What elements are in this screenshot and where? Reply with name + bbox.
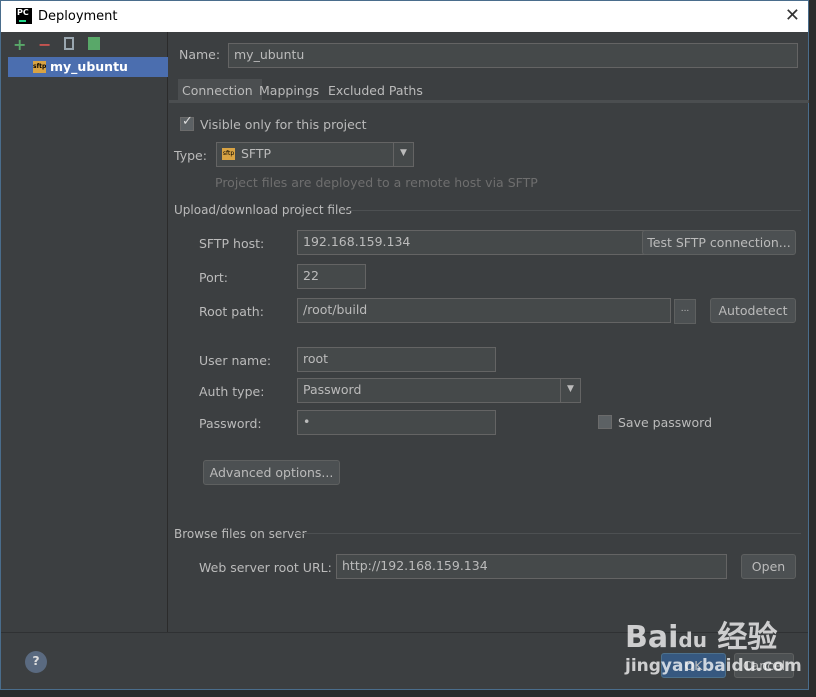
tab-connection[interactable]: Connection (178, 79, 262, 103)
user-name-label: User name: (199, 353, 272, 368)
user-name-input[interactable]: root (297, 347, 496, 372)
server-label: my_ubuntu (50, 59, 128, 74)
remove-icon[interactable]: − (38, 35, 51, 54)
sftp-icon: sftp (222, 148, 235, 160)
title-bar: PC Deployment ✕ (1, 1, 808, 32)
root-path-input[interactable]: /root/build (297, 298, 671, 323)
auth-type-label: Auth type: (199, 384, 265, 399)
password-input[interactable]: • (297, 410, 496, 435)
type-select[interactable]: sftp SFTP ▼ (216, 142, 414, 167)
autodetect-button[interactable]: Autodetect (710, 298, 796, 323)
visible-only-label: Visible only for this project (200, 117, 367, 132)
web-url-label: Web server root URL: (199, 560, 332, 575)
copy-icon[interactable] (64, 37, 74, 50)
upload-section-title: Upload/download project files (174, 203, 352, 217)
default-icon[interactable] (88, 37, 100, 50)
deployment-dialog: PC Deployment ✕ + − sftp my_ubuntu Name:… (0, 0, 809, 690)
tab-bar: Connection Mappings Excluded Paths (169, 79, 809, 103)
sftp-icon: sftp (33, 61, 46, 73)
window-title: Deployment (38, 9, 118, 24)
root-path-label: Root path: (199, 304, 264, 319)
name-label: Name: (179, 47, 221, 62)
pycharm-logo-icon: PC (16, 8, 32, 24)
add-icon[interactable]: + (13, 35, 26, 54)
sftp-host-label: SFTP host: (199, 236, 265, 251)
close-button[interactable]: ✕ (785, 5, 800, 26)
test-connection-button[interactable]: Test SFTP connection... (642, 230, 796, 255)
browse-button[interactable]: ... (674, 299, 696, 324)
tab-excluded-paths[interactable]: Excluded Paths (324, 79, 427, 103)
divider (341, 210, 801, 211)
auth-type-value: Password (303, 382, 362, 397)
help-icon[interactable]: ? (25, 651, 47, 673)
advanced-options-button[interactable]: Advanced options... (203, 460, 340, 485)
password-label: Password: (199, 416, 262, 431)
save-password-label: Save password (618, 415, 713, 430)
port-input[interactable]: 22 (297, 264, 366, 289)
type-label: Type: (174, 148, 207, 163)
chevron-down-icon: ▼ (393, 143, 413, 166)
baidu-watermark: Baidu 经验 jingyan.baidu.com (625, 620, 802, 676)
chevron-down-icon: ▼ (560, 379, 580, 402)
browse-section-title: Browse files on server (174, 527, 307, 541)
type-hint: Project files are deployed to a remote h… (215, 175, 538, 190)
visible-only-checkbox[interactable]: ✓ (180, 114, 194, 131)
web-url-input[interactable]: http://192.168.159.134 (336, 554, 727, 579)
type-value: SFTP (241, 146, 272, 161)
open-button[interactable]: Open (741, 554, 796, 579)
server-item-my-ubuntu[interactable]: sftp my_ubuntu (8, 57, 168, 77)
save-password-checkbox[interactable] (598, 415, 612, 429)
auth-type-select[interactable]: Password ▼ (297, 378, 581, 403)
server-list-panel: + − sftp my_ubuntu (8, 32, 168, 632)
name-input[interactable]: my_ubuntu (228, 43, 798, 68)
sftp-host-input[interactable]: 192.168.159.134 (297, 230, 656, 255)
divider (295, 533, 801, 534)
tab-mappings[interactable]: Mappings (255, 79, 323, 103)
port-label: Port: (199, 270, 228, 285)
